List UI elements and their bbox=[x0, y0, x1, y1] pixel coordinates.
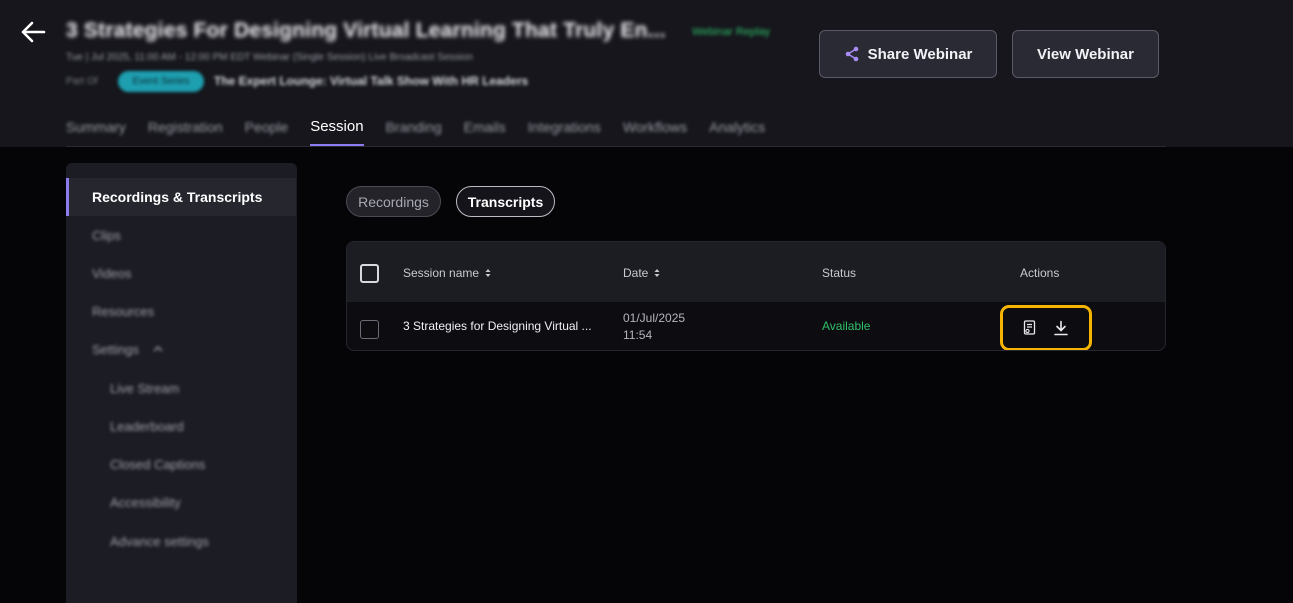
tab-summary[interactable]: Summary bbox=[66, 112, 126, 147]
status-badge: Available bbox=[822, 319, 871, 333]
sidebar-item-clips[interactable]: Clips bbox=[66, 216, 296, 254]
view-webinar-button[interactable]: View Webinar bbox=[1012, 30, 1159, 78]
back-button[interactable] bbox=[18, 18, 48, 46]
sidebar-item-accessibility[interactable]: Accessibility bbox=[66, 483, 296, 521]
view-webinar-label: View Webinar bbox=[1037, 45, 1134, 63]
column-label-date: Date bbox=[623, 266, 649, 280]
sidebar-item-recordings-transcripts[interactable]: Recordings & Transcripts bbox=[66, 178, 296, 216]
table-header: Session name Date Status Actions bbox=[347, 242, 1165, 302]
sidebar-item-resources[interactable]: Resources bbox=[66, 292, 296, 330]
part-of-label: Part Of bbox=[66, 76, 98, 87]
top-header: 3 Strategies For Designing Virtual Learn… bbox=[0, 0, 1293, 147]
row-checkbox[interactable] bbox=[360, 320, 379, 339]
tab-registration[interactable]: Registration bbox=[148, 112, 223, 147]
sidebar-item-leaderboard[interactable]: Leaderboard bbox=[66, 407, 296, 445]
column-label-session-name: Session name bbox=[403, 266, 480, 280]
sidebar-item-videos[interactable]: Videos bbox=[66, 254, 296, 292]
tab-bar: Summary Registration People Session Bran… bbox=[66, 112, 765, 147]
page-title: 3 Strategies For Designing Virtual Learn… bbox=[66, 19, 666, 42]
series-name-link[interactable]: The Expert Lounge: Virtual Talk Show Wit… bbox=[214, 74, 528, 88]
actions-highlight bbox=[1000, 305, 1092, 350]
webinar-meta: Tue | Jul 2025, 11:00 AM - 12:00 PM EDT … bbox=[66, 52, 473, 63]
share-icon bbox=[845, 46, 858, 62]
session-sidebar: Recordings & Transcripts Clips Videos Re… bbox=[66, 163, 297, 603]
tab-analytics[interactable]: Analytics bbox=[709, 112, 765, 147]
select-all-checkbox[interactable] bbox=[360, 264, 379, 283]
sidebar-item-advance-settings[interactable]: Advance settings bbox=[66, 522, 296, 560]
transcripts-toggle[interactable]: Transcripts bbox=[456, 186, 555, 217]
download-icon[interactable] bbox=[1051, 318, 1071, 338]
webinar-status-label: Webinar Replay bbox=[692, 26, 771, 38]
series-badge: Event Series bbox=[118, 71, 204, 92]
arrow-left-icon bbox=[21, 21, 46, 43]
transcripts-table: Session name Date Status Actions 3 Strat… bbox=[346, 241, 1166, 351]
column-header-date[interactable]: Date bbox=[623, 266, 660, 280]
column-header-session-name[interactable]: Session name bbox=[403, 266, 491, 280]
tab-emails[interactable]: Emails bbox=[464, 112, 506, 147]
column-header-actions: Actions bbox=[1020, 266, 1060, 280]
recordings-toggle[interactable]: Recordings bbox=[346, 186, 441, 217]
date-cell: 01/Jul/2025 bbox=[623, 311, 686, 325]
tab-session[interactable]: Session bbox=[310, 112, 364, 147]
tab-divider bbox=[66, 146, 1166, 147]
share-webinar-button[interactable]: Share Webinar bbox=[819, 30, 997, 78]
sidebar-item-closed-captions[interactable]: Closed Captions bbox=[66, 445, 296, 483]
session-name-cell: 3 Strategies for Designing Virtual ... bbox=[403, 319, 592, 333]
sort-icon bbox=[485, 269, 491, 277]
transcript-icon[interactable] bbox=[1020, 318, 1040, 338]
sidebar-item-settings[interactable]: Settings bbox=[66, 330, 296, 368]
time-cell: 11:54 bbox=[623, 328, 653, 342]
sidebar-item-live-stream[interactable]: Live Stream bbox=[66, 369, 296, 407]
column-header-status: Status bbox=[822, 266, 857, 280]
share-webinar-label: Share Webinar bbox=[867, 45, 973, 63]
tab-branding[interactable]: Branding bbox=[386, 112, 442, 147]
sort-icon bbox=[654, 269, 660, 277]
sidebar-item-settings-label: Settings bbox=[92, 341, 139, 357]
tab-people[interactable]: People bbox=[245, 112, 289, 147]
tab-workflows[interactable]: Workflows bbox=[623, 112, 687, 147]
tab-integrations[interactable]: Integrations bbox=[528, 112, 601, 147]
chevron-up-icon bbox=[153, 345, 163, 352]
